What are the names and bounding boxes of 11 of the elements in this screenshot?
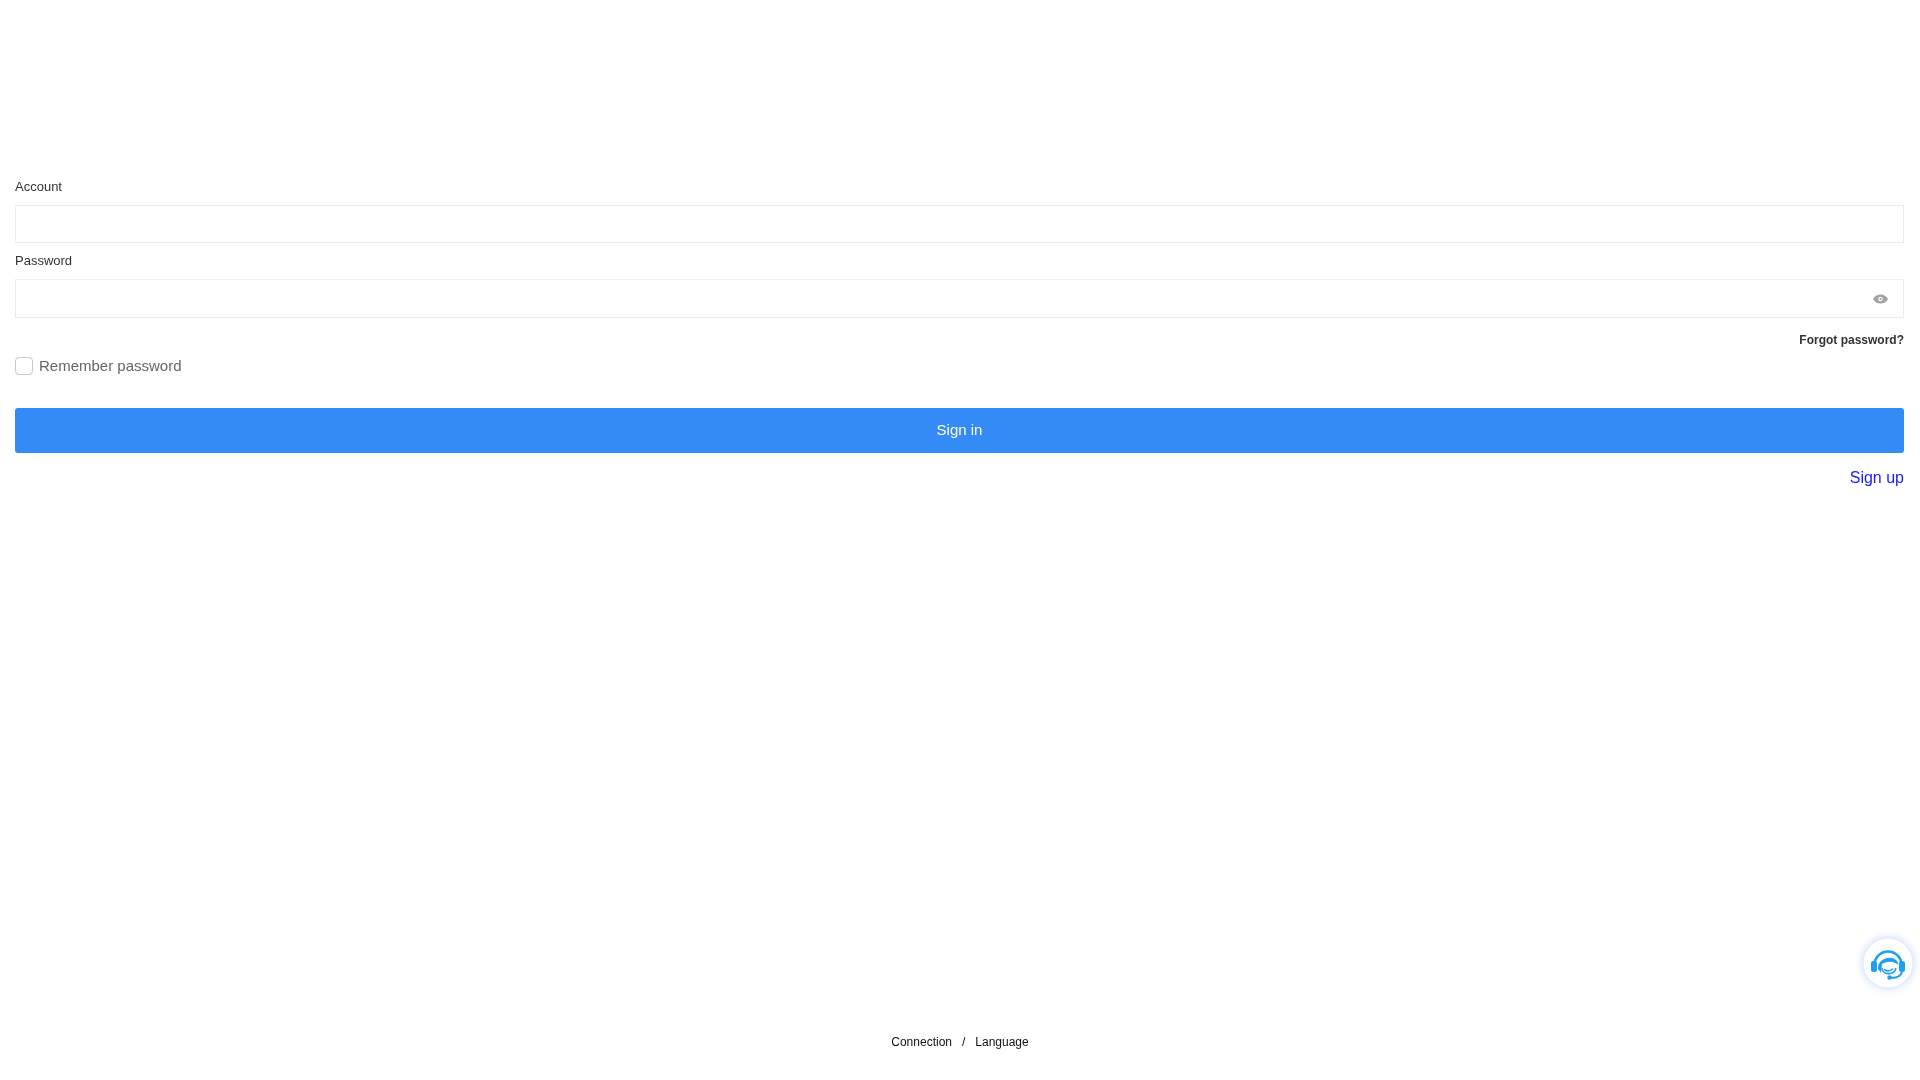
sign-up-link[interactable]: Sign up — [1849, 468, 1904, 487]
footer-separator: / — [962, 1035, 966, 1049]
footer-link[interactable]: Language — [975, 1035, 1029, 1049]
field-label: Account — [15, 178, 62, 196]
forgot-password-link[interactable]: Forgot password? — [1799, 332, 1904, 348]
field-label: Password — [15, 252, 73, 270]
remember-password-label[interactable]: Remember password — [39, 357, 182, 375]
remember-checkbox[interactable] — [15, 357, 33, 375]
eye-icon[interactable] — [1873, 293, 1888, 304]
password-field[interactable] — [15, 279, 1904, 318]
footer-link[interactable]: Connection — [891, 1035, 952, 1049]
